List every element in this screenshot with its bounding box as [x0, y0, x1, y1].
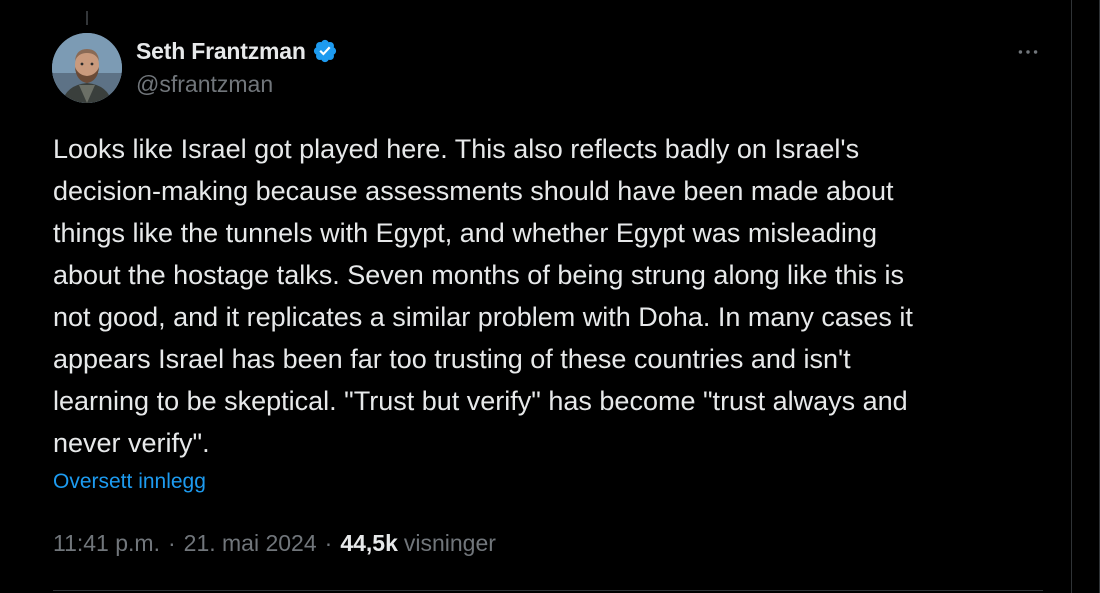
tweet-text: Looks like Israel got played here. This … — [53, 134, 913, 458]
avatar[interactable] — [52, 33, 122, 103]
more-horizontal-icon — [1018, 50, 1038, 54]
tweet-metadata: 11:41 p.m. · 21. mai 2024 · 44,5k visnin… — [53, 530, 496, 557]
column-divider — [1071, 0, 1072, 593]
translate-post-link[interactable]: Oversett innlegg — [53, 470, 206, 494]
avatar-image — [52, 33, 122, 103]
author-handle[interactable]: @sfrantzman — [136, 71, 338, 98]
views-count[interactable]: 44,5k — [340, 530, 398, 557]
verified-badge-icon[interactable] — [312, 38, 338, 64]
more-options-button[interactable] — [1010, 34, 1046, 70]
author-display-name[interactable]: Seth Frantzman — [136, 38, 306, 65]
tweet-detail: Seth Frantzman @sfrantzman Looks like Is… — [0, 0, 1100, 593]
meta-separator: · — [324, 530, 333, 556]
tweet-time[interactable]: 11:41 p.m. — [53, 530, 160, 557]
author-name-row: Seth Frantzman — [136, 36, 338, 66]
divider — [53, 590, 1043, 591]
meta-separator: · — [167, 530, 176, 556]
author-block: Seth Frantzman @sfrantzman — [136, 36, 338, 98]
views-label[interactable]: visninger — [404, 530, 496, 557]
thread-connector-line — [86, 11, 88, 25]
tweet-date[interactable]: 21. mai 2024 — [184, 530, 317, 557]
